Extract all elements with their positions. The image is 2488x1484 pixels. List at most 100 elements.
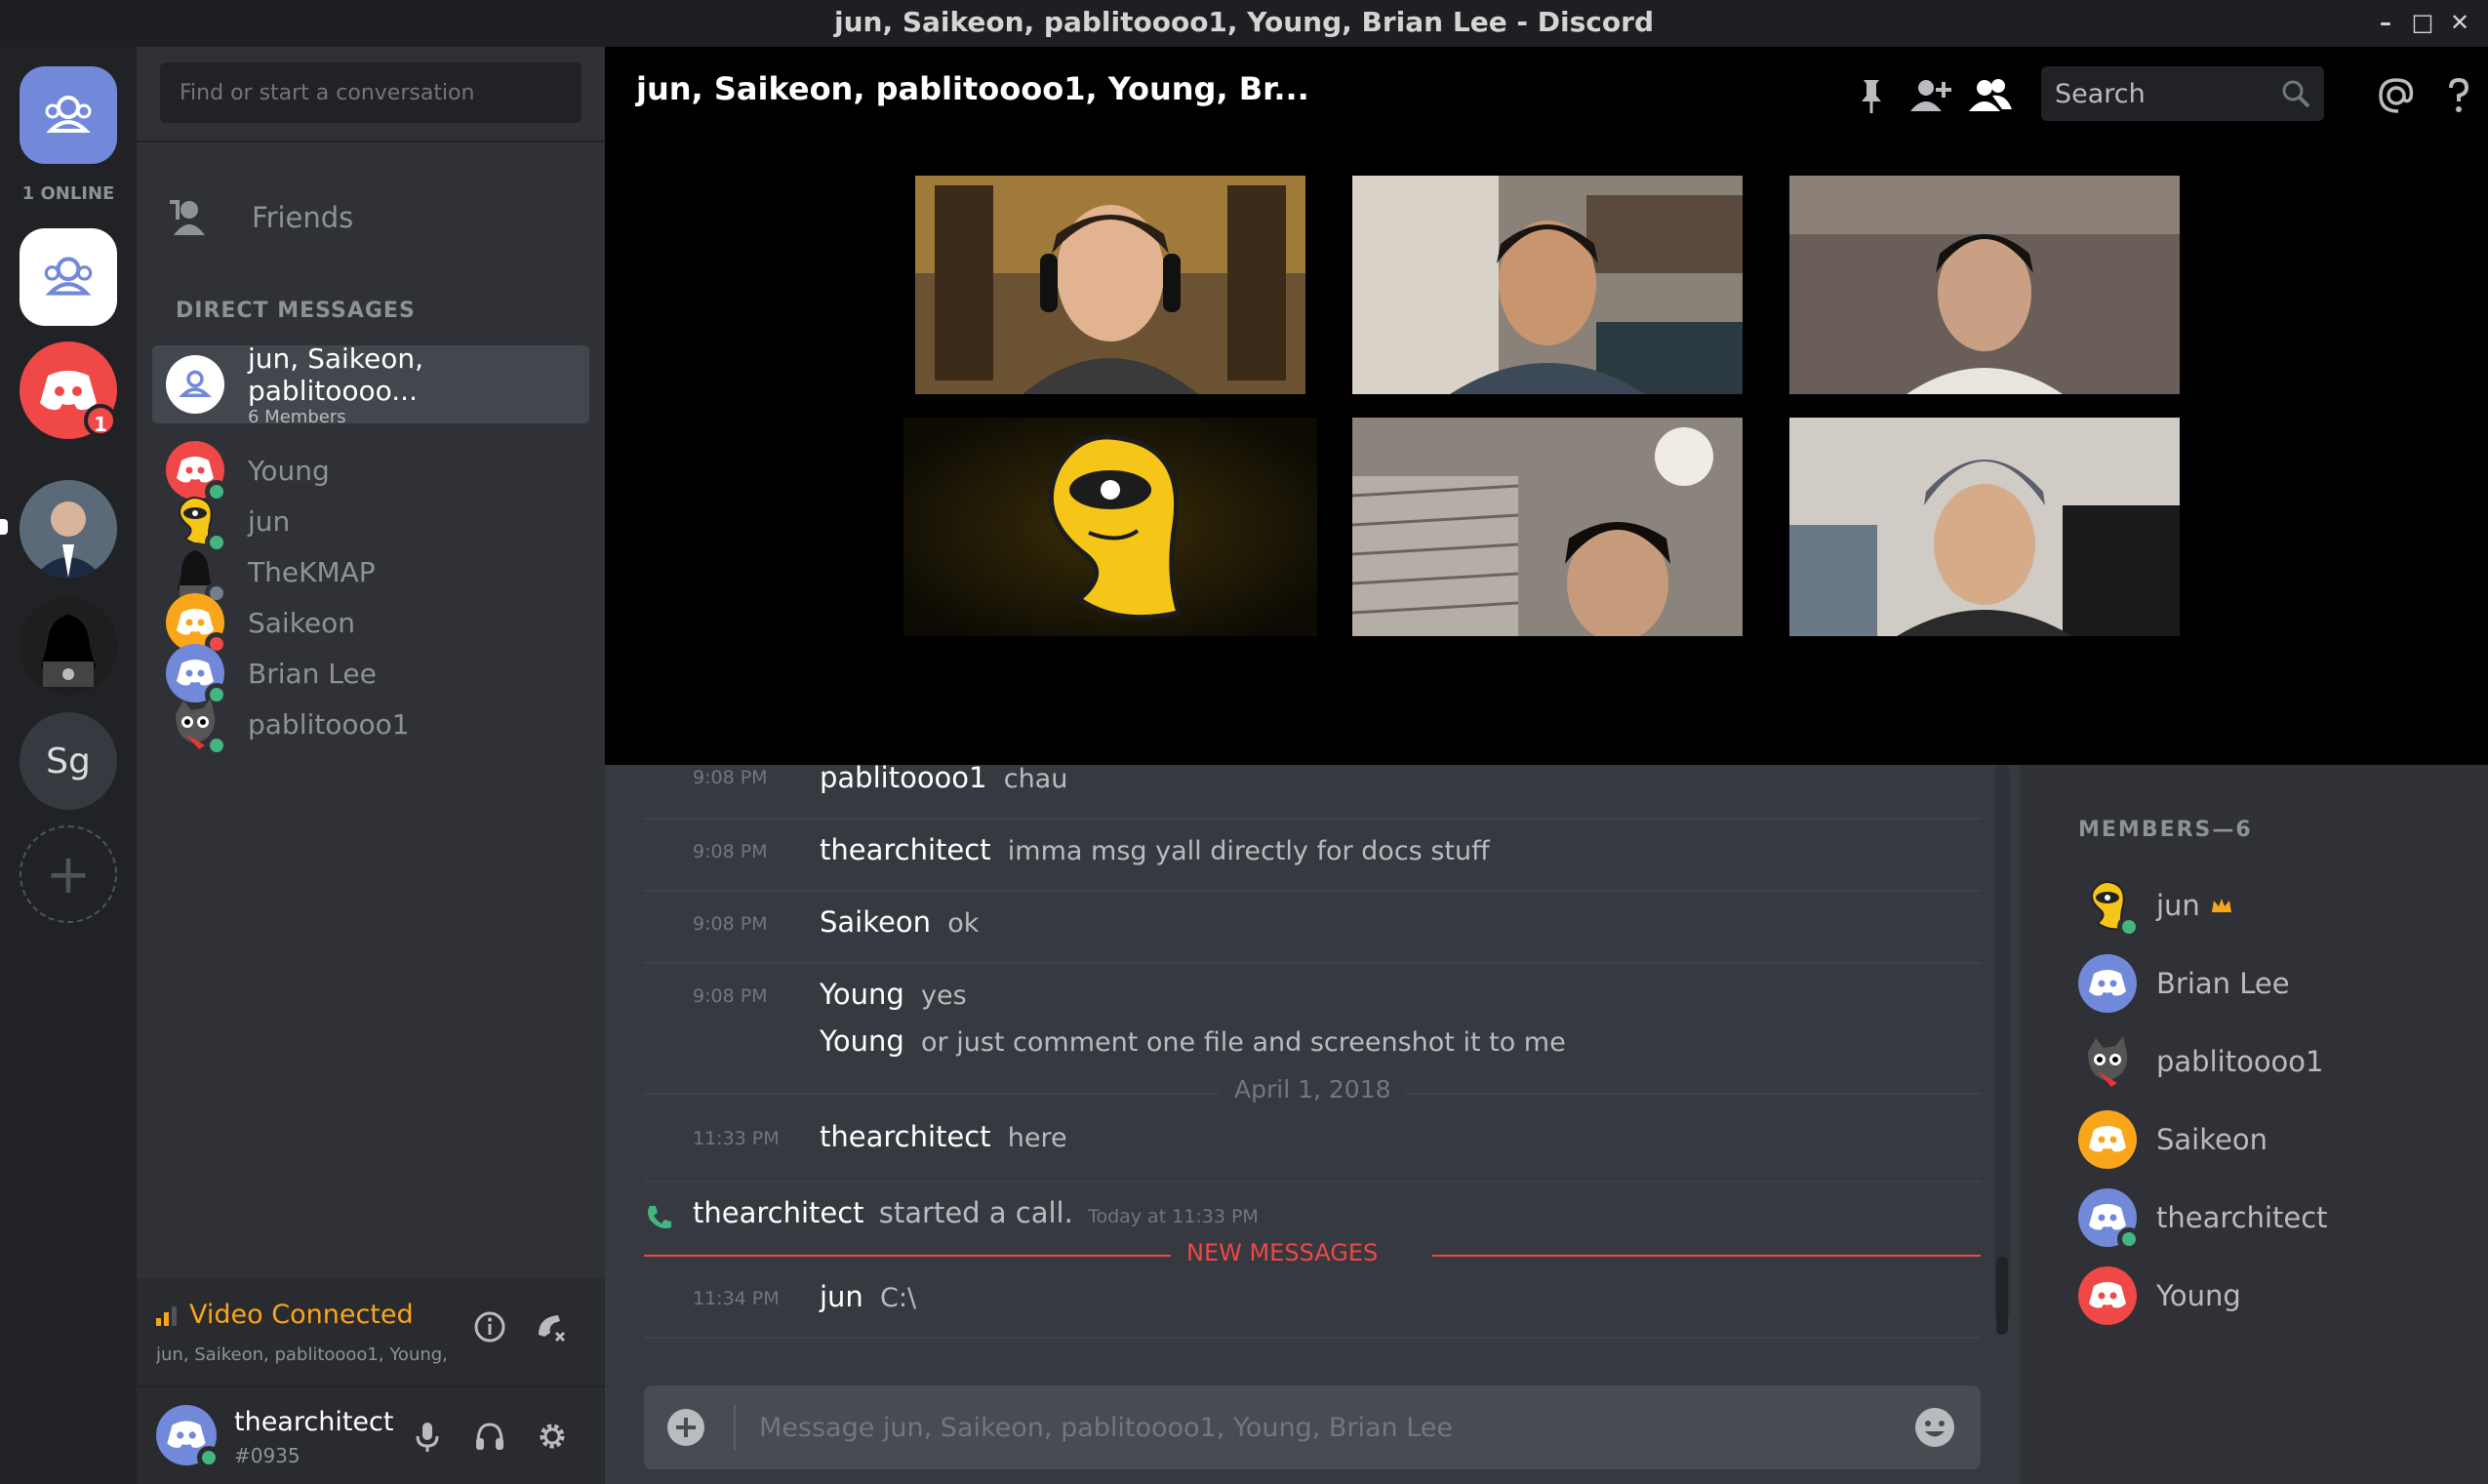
member-item-pablitoooo1[interactable]: pablitoooo1 [2078, 1030, 2324, 1093]
avatar [2078, 1266, 2137, 1325]
discord-logo-icon [2089, 1126, 2126, 1152]
message-text: or just comment one file and screenshot … [921, 1027, 1566, 1058]
video-tile-3[interactable] [1789, 176, 2180, 394]
avatar [166, 695, 228, 757]
message-author[interactable]: pablitoooo1 chau [820, 761, 1067, 794]
main-area: jun, Saikeon, pablitoooo1, Young, Br... … [605, 47, 2488, 1484]
message[interactable]: 11:33 PM thearchitect here [644, 1108, 1981, 1179]
message[interactable]: 9:08 PM thearchitect imma msg yall direc… [644, 818, 1981, 888]
message-group[interactable]: 9:08 PM Young yes Young or just comment … [644, 962, 1981, 1079]
message-author[interactable]: jun C:\ [820, 1280, 916, 1313]
mentions-icon[interactable] [2375, 74, 2418, 117]
dm-item-group[interactable]: jun, Saikeon, pablitoooo... 6 Members [152, 341, 589, 427]
member-list: MEMBERS—6 jun Brian Lee pablitoooo1 Saik… [2020, 765, 2488, 1484]
message-text: C:\ [880, 1283, 917, 1313]
close-icon[interactable]: ✕ [2445, 8, 2474, 37]
video-tile-4[interactable] [1352, 418, 1743, 636]
add-server-button[interactable]: + [20, 825, 117, 923]
status-online-icon [2117, 915, 2141, 939]
member-name: Brian Lee [2156, 967, 2290, 1000]
participant-video-icon [915, 176, 1305, 394]
disconnect-call-icon[interactable] [531, 1307, 570, 1346]
header-search[interactable]: Search [2041, 66, 2324, 121]
date-divider-label: April 1, 2018 [1234, 1075, 1391, 1103]
dm-item-pablitoooo1[interactable]: pablitoooo1 [152, 685, 589, 763]
message-author[interactable]: Young yes [820, 978, 967, 1011]
message[interactable]: 9:08 PM Saikeon ok [644, 890, 1981, 960]
video-tile-1[interactable] [915, 176, 1305, 394]
message[interactable]: 11:34 PM jun C:\ [644, 1268, 1981, 1339]
minimize-icon[interactable]: – [2371, 8, 2400, 37]
member-item-thearchitect[interactable]: thearchitect [2078, 1186, 2328, 1251]
divider-line [1405, 1093, 1981, 1095]
message-time: 11:33 PM [693, 1128, 780, 1149]
message-author[interactable]: Young or just comment one file and scree… [820, 1024, 1566, 1058]
portrait-icon [20, 480, 117, 578]
server-sg[interactable]: Sg [20, 712, 117, 810]
group-dm-server[interactable] [20, 228, 117, 326]
microphone-icon[interactable] [408, 1417, 447, 1456]
server-hacker[interactable] [20, 597, 117, 695]
home-button[interactable] [20, 66, 117, 164]
maximize-icon[interactable]: □ [2408, 8, 2437, 37]
participant-video-icon [1352, 176, 1743, 394]
upload-plus-icon[interactable] [665, 1407, 706, 1448]
divider-line [1432, 1255, 1981, 1257]
composer-divider [734, 1405, 736, 1450]
headphones-icon[interactable] [470, 1417, 509, 1456]
divider-line [644, 1093, 1220, 1095]
video-tile-2[interactable] [1352, 176, 1743, 394]
member-item-young[interactable]: Young [2078, 1264, 2241, 1327]
avatar [2078, 954, 2137, 1013]
message[interactable]: 9:08 PM pablitoooo1 chau [644, 753, 1981, 802]
message-author-name: pablitoooo1 [820, 761, 987, 794]
member-item-saikeon[interactable]: Saikeon [2078, 1108, 2267, 1171]
user-panel: thearchitect #0935 [137, 1387, 605, 1484]
hooded-figure-icon [20, 597, 117, 695]
message-author[interactable]: thearchitect imma msg yall directly for … [820, 833, 1490, 866]
phone-call-icon [648, 1206, 671, 1228]
settings-gear-icon[interactable] [533, 1417, 572, 1456]
member-item-jun[interactable]: jun [2078, 874, 2233, 939]
video-tile-5[interactable] [1789, 418, 2180, 636]
friends-label: Friends [252, 201, 354, 234]
help-icon[interactable] [2437, 74, 2480, 117]
friends-link[interactable]: Friends [168, 193, 353, 242]
server-avatar-portrait[interactable] [20, 480, 117, 578]
dm-section-header: DIRECT MESSAGES [176, 299, 416, 323]
scrollbar-track[interactable] [1994, 765, 2010, 1321]
user-avatar[interactable] [156, 1405, 221, 1469]
dm-search-bar [137, 47, 605, 142]
message-author[interactable]: thearchitect here [820, 1120, 1067, 1153]
call-event-text: thearchitect started a call. Today at 11… [693, 1196, 1259, 1229]
owner-crown-icon [2211, 899, 2231, 912]
yellow-blob-avatar-icon [903, 418, 1317, 636]
discord-logo-icon [2089, 970, 2126, 996]
member-item-brian-lee[interactable]: Brian Lee [2078, 952, 2290, 1015]
message-author[interactable]: Saikeon ok [820, 905, 979, 939]
message-time: 9:08 PM [693, 913, 768, 935]
message-author-name: Young [820, 978, 904, 1011]
pin-icon[interactable] [1850, 74, 1893, 117]
message-time: 9:08 PM [693, 985, 768, 1007]
message-author-name: jun [820, 1280, 863, 1313]
dm-search-input[interactable] [160, 62, 582, 123]
info-icon[interactable] [470, 1307, 509, 1346]
add-member-icon[interactable] [1908, 74, 1951, 117]
unread-indicator [0, 519, 8, 535]
group-icon [44, 257, 93, 296]
discord-logo-icon [40, 371, 97, 411]
video-tile-jun-avatar[interactable] [903, 418, 1317, 636]
status-online-icon [205, 734, 228, 757]
video-call-area: jun, Saikeon, pablitoooo1, Young, Br... … [605, 47, 2488, 765]
message-input[interactable] [759, 1405, 1881, 1450]
message-text: ok [947, 908, 980, 939]
emoji-icon[interactable] [1912, 1405, 1957, 1450]
status-online-icon [2117, 1227, 2141, 1251]
dm-item-sublabel: 6 Members [248, 406, 346, 427]
discord-logo-icon [2089, 1282, 2126, 1308]
dm-item-label: jun, Saikeon, pablitoooo... [248, 341, 424, 407]
scrollbar-thumb[interactable] [1996, 1257, 2008, 1335]
member-list-icon[interactable] [1969, 74, 2012, 117]
avatar [2078, 1032, 2137, 1091]
